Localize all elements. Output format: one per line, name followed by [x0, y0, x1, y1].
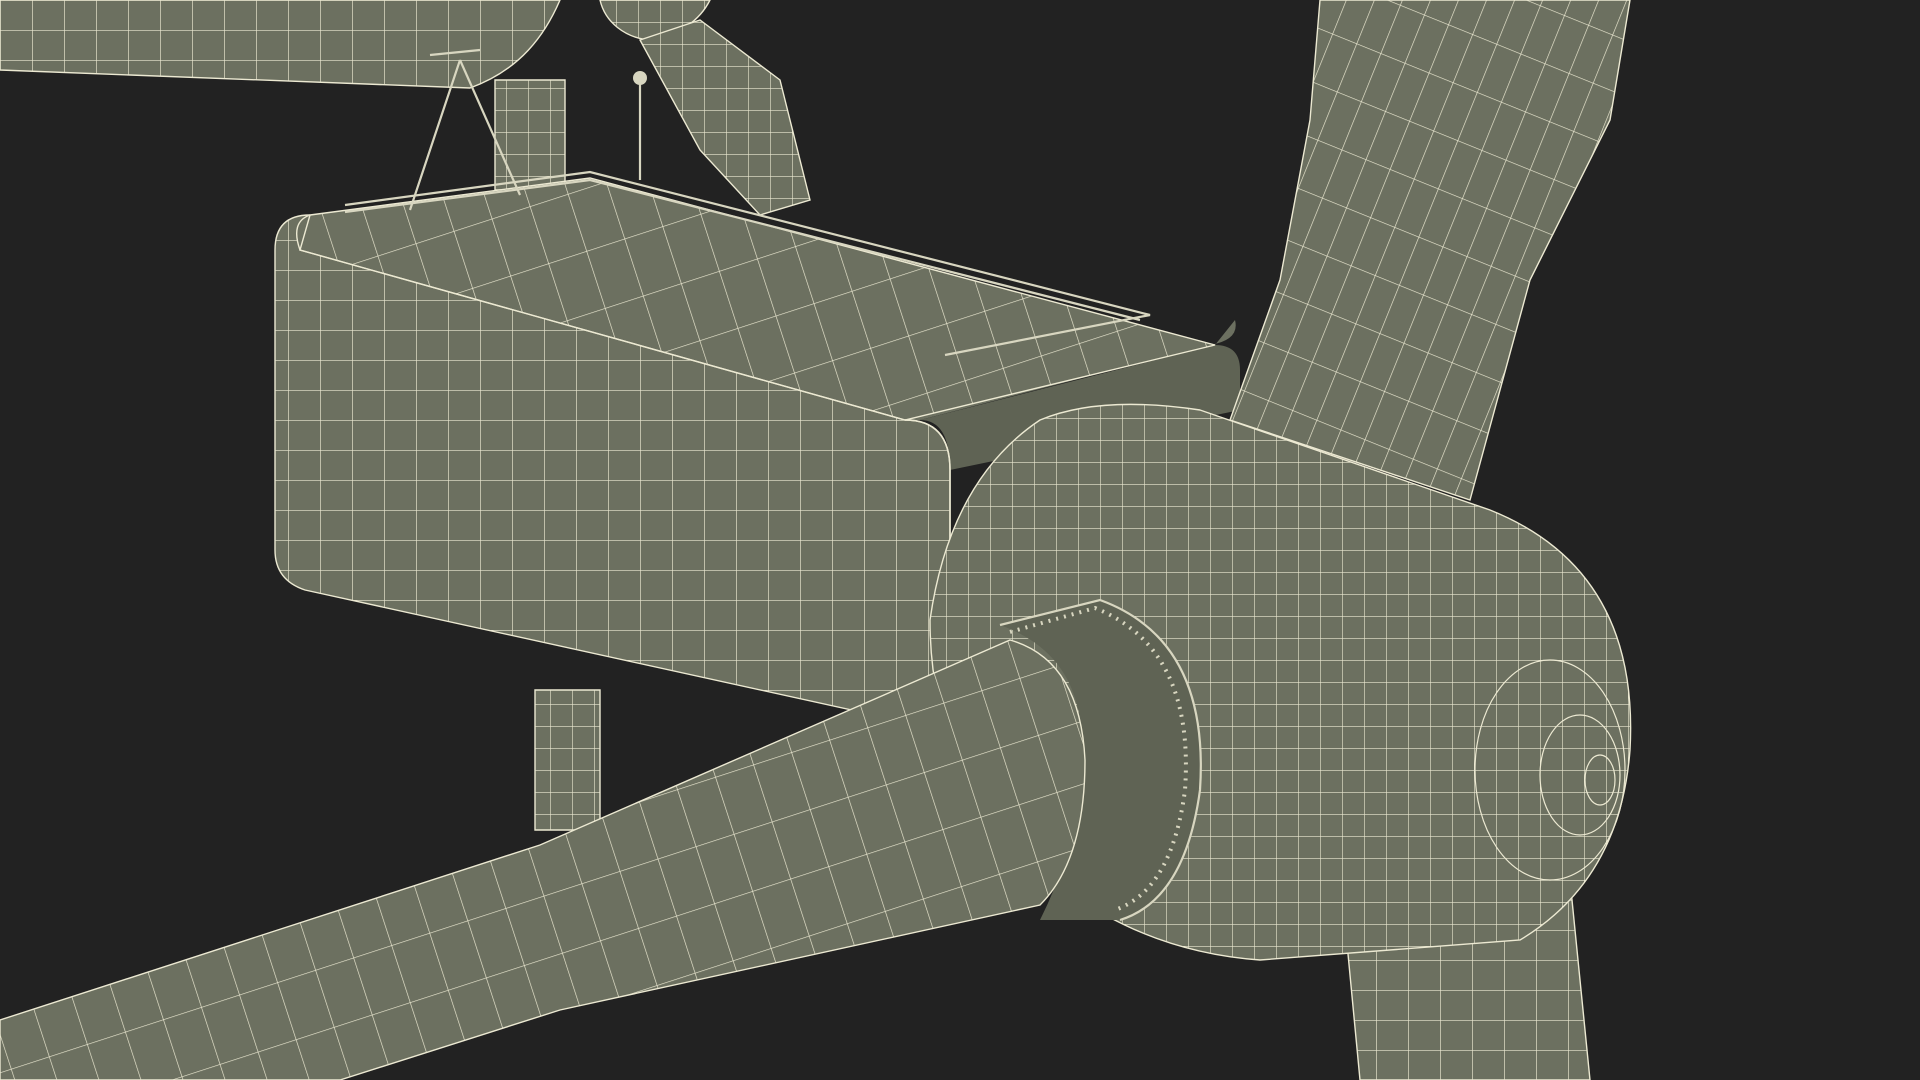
tower-lower — [534, 689, 601, 831]
tower-upper — [494, 79, 566, 191]
wireframe-render: .bg { fill: #222222; } .surf { fill: #6c… — [0, 0, 1920, 1080]
